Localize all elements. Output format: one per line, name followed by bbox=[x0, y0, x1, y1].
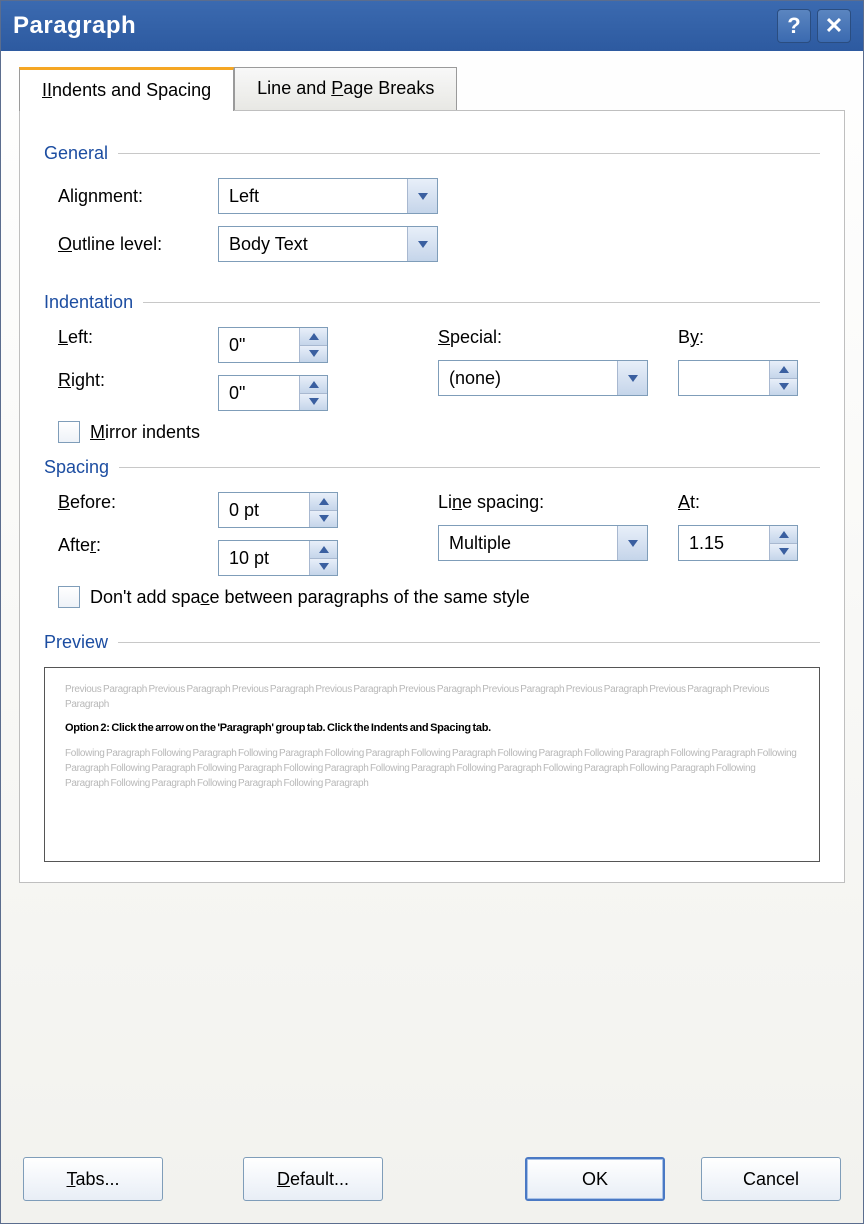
outline-level-combo[interactable]: Body Text bbox=[218, 226, 438, 262]
special-label: Special: bbox=[438, 327, 618, 348]
paragraph-dialog: Paragraph ? ✕ IIndents and Spacing Line … bbox=[0, 0, 864, 1224]
close-button[interactable]: ✕ bbox=[817, 9, 851, 43]
dialog-title: Paragraph bbox=[13, 12, 136, 40]
preview-previous-text: Previous Paragraph Previous Paragraph Pr… bbox=[65, 682, 799, 712]
section-preview: Preview bbox=[44, 632, 820, 653]
ok-button[interactable]: OK bbox=[525, 1157, 665, 1201]
close-icon: ✕ bbox=[825, 13, 843, 39]
tab-panel: General Alignment: Left Outline level: B… bbox=[19, 110, 845, 883]
chevron-up-icon[interactable] bbox=[300, 376, 327, 394]
default-button[interactable]: Default... bbox=[243, 1157, 383, 1201]
chevron-up-icon[interactable] bbox=[310, 493, 337, 511]
tab-line-page-breaks[interactable]: Line and Page Breaks bbox=[234, 67, 457, 110]
spacing-after-spinner[interactable]: 10 pt bbox=[218, 540, 338, 576]
chevron-down-icon[interactable] bbox=[407, 227, 437, 261]
chevron-down-icon[interactable] bbox=[300, 346, 327, 363]
dont-add-space-checkbox[interactable] bbox=[58, 586, 80, 608]
outline-level-label: Outline level: bbox=[58, 234, 218, 255]
alignment-combo[interactable]: Left bbox=[218, 178, 438, 214]
preview-following-text: Following Paragraph Following Paragraph … bbox=[65, 746, 799, 791]
alignment-value: Left bbox=[219, 179, 407, 213]
outline-level-value: Body Text bbox=[219, 227, 407, 261]
dont-add-space-label: Don't add space between paragraphs of th… bbox=[90, 587, 530, 608]
tab-strip: IIndents and Spacing Line and Page Break… bbox=[19, 67, 845, 110]
tab-label: Line and Page Breaks bbox=[257, 78, 434, 98]
mirror-indents-checkbox[interactable] bbox=[58, 421, 80, 443]
spacing-after-label: After: bbox=[58, 535, 218, 556]
help-icon: ? bbox=[787, 13, 800, 39]
line-spacing-combo[interactable]: Multiple bbox=[438, 525, 648, 561]
preview-box: Previous Paragraph Previous Paragraph Pr… bbox=[44, 667, 820, 862]
at-spinner[interactable]: 1.15 bbox=[678, 525, 798, 561]
indent-right-spinner[interactable]: 0" bbox=[218, 375, 328, 411]
line-spacing-label: Line spacing: bbox=[438, 492, 618, 513]
titlebar: Paragraph ? ✕ bbox=[1, 1, 863, 51]
indent-right-label: Right: bbox=[58, 370, 218, 391]
special-combo[interactable]: (none) bbox=[438, 360, 648, 396]
chevron-down-icon[interactable] bbox=[770, 544, 797, 561]
chevron-up-icon[interactable] bbox=[310, 541, 337, 559]
chevron-down-icon[interactable] bbox=[310, 559, 337, 576]
section-indentation: Indentation bbox=[44, 292, 820, 313]
chevron-down-icon[interactable] bbox=[407, 179, 437, 213]
chevron-up-icon[interactable] bbox=[770, 361, 797, 379]
spacing-before-spinner[interactable]: 0 pt bbox=[218, 492, 338, 528]
spacing-before-label: Before: bbox=[58, 492, 218, 513]
chevron-down-icon[interactable] bbox=[300, 394, 327, 411]
alignment-label: Alignment: bbox=[58, 186, 218, 207]
preview-sample-text: Option 2: Click the arrow on the 'Paragr… bbox=[65, 722, 799, 734]
chevron-up-icon[interactable] bbox=[770, 526, 797, 544]
chevron-down-icon[interactable] bbox=[310, 511, 337, 528]
indent-left-label: Left: bbox=[58, 327, 218, 348]
at-label: At: bbox=[678, 492, 820, 513]
by-spinner[interactable] bbox=[678, 360, 798, 396]
by-label: By: bbox=[678, 327, 820, 348]
mirror-indents-label: Mirror indents bbox=[90, 422, 200, 443]
cancel-button[interactable]: Cancel bbox=[701, 1157, 841, 1201]
chevron-up-icon[interactable] bbox=[300, 328, 327, 346]
indent-left-spinner[interactable]: 0" bbox=[218, 327, 328, 363]
help-button[interactable]: ? bbox=[777, 9, 811, 43]
tabs-button[interactable]: Tabs... bbox=[23, 1157, 163, 1201]
tab-indents-spacing[interactable]: IIndents and Spacing bbox=[19, 67, 234, 111]
dialog-footer: Tabs... Default... OK Cancel bbox=[1, 1139, 863, 1223]
chevron-down-icon[interactable] bbox=[770, 379, 797, 396]
tab-label: Indents and Spacing bbox=[47, 80, 211, 100]
section-general: General bbox=[44, 143, 820, 164]
section-spacing: Spacing bbox=[44, 457, 820, 478]
